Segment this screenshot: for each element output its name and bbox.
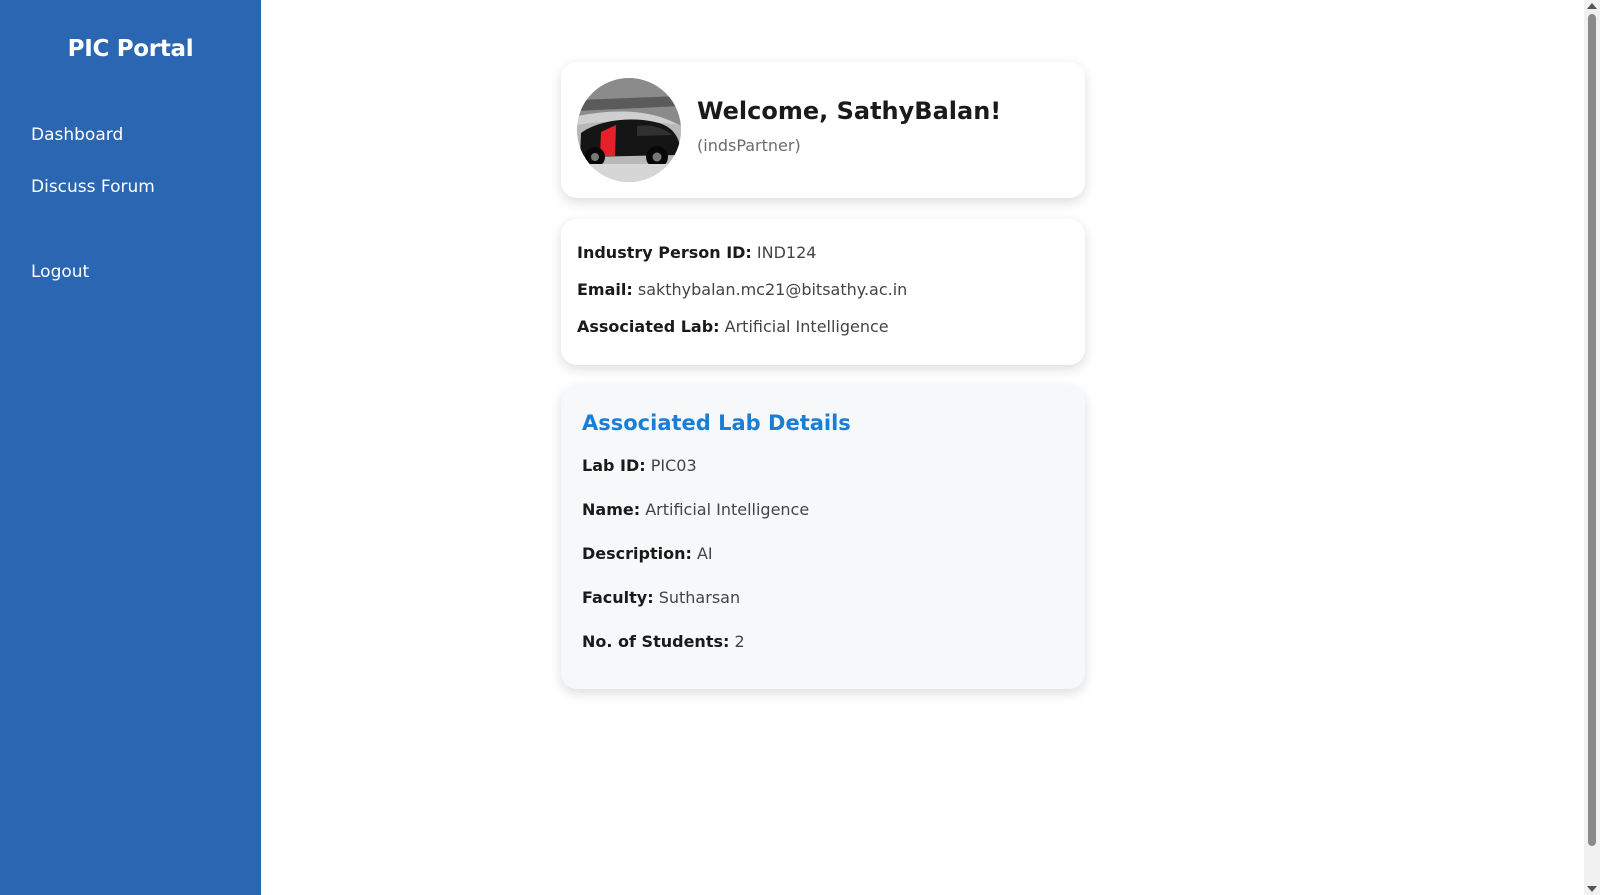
sidebar-item-logout[interactable]: Logout bbox=[31, 262, 89, 282]
sidebar-item-dashboard[interactable]: Dashboard bbox=[31, 125, 123, 145]
lab-description-row: Description: AI bbox=[582, 544, 1064, 564]
sidebar-item-discuss-forum[interactable]: Discuss Forum bbox=[31, 177, 155, 197]
industry-person-id-value: IND124 bbox=[756, 243, 817, 262]
email-label: Email: bbox=[577, 280, 633, 299]
associated-lab-value: Artificial Intelligence bbox=[724, 317, 889, 336]
avatar bbox=[577, 78, 681, 182]
email-row: Email: sakthybalan.mc21@bitsathy.ac.in bbox=[577, 280, 1069, 300]
profile-card: Welcome, SathyBalan! (indsPartner) bbox=[561, 62, 1085, 198]
industry-person-id-row: Industry Person ID: IND124 bbox=[577, 243, 1069, 263]
sidebar: PIC Portal Dashboard Discuss Forum Logou… bbox=[0, 0, 261, 895]
lab-id-value: PIC03 bbox=[650, 456, 697, 475]
email-value: sakthybalan.mc21@bitsathy.ac.in bbox=[637, 280, 908, 299]
lab-id-row: Lab ID: PIC03 bbox=[582, 456, 1064, 476]
lab-name-label: Name: bbox=[582, 500, 641, 519]
personal-info-card: Industry Person ID: IND124 Email: sakthy… bbox=[561, 219, 1085, 365]
welcome-heading: Welcome, SathyBalan! bbox=[697, 97, 1002, 125]
lab-students-value: 2 bbox=[734, 632, 745, 651]
lab-id-label: Lab ID: bbox=[582, 456, 646, 475]
app: PIC Portal Dashboard Discuss Forum Logou… bbox=[0, 0, 1600, 895]
lab-students-row: No. of Students: 2 bbox=[582, 632, 1064, 652]
lab-description-label: Description: bbox=[582, 544, 692, 563]
lab-faculty-row: Faculty: Sutharsan bbox=[582, 588, 1064, 608]
lab-faculty-label: Faculty: bbox=[582, 588, 654, 607]
lab-faculty-value: Sutharsan bbox=[658, 588, 741, 607]
scroll-up-arrow-icon[interactable] bbox=[1587, 3, 1597, 9]
main-content: Welcome, SathyBalan! (indsPartner) Indus… bbox=[261, 0, 1584, 895]
lab-details-title: Associated Lab Details bbox=[582, 411, 851, 435]
associated-lab-row: Associated Lab: Artificial Intelligence bbox=[577, 317, 1069, 337]
lab-details-card: Associated Lab Details Lab ID: PIC03 Nam… bbox=[561, 386, 1085, 689]
user-role: (indsPartner) bbox=[697, 136, 801, 155]
industry-person-id-label: Industry Person ID: bbox=[577, 243, 752, 262]
associated-lab-label: Associated Lab: bbox=[577, 317, 720, 336]
page-scrollbar[interactable] bbox=[1584, 0, 1600, 895]
scroll-thumb[interactable] bbox=[1588, 14, 1596, 846]
lab-description-value: AI bbox=[696, 544, 713, 563]
lab-name-value: Artificial Intelligence bbox=[645, 500, 810, 519]
car-photo-avatar-icon bbox=[577, 78, 681, 182]
scroll-down-arrow-icon[interactable] bbox=[1587, 886, 1597, 892]
lab-name-row: Name: Artificial Intelligence bbox=[582, 500, 1064, 520]
lab-students-label: No. of Students: bbox=[582, 632, 730, 651]
brand-title: PIC Portal bbox=[67, 36, 194, 62]
